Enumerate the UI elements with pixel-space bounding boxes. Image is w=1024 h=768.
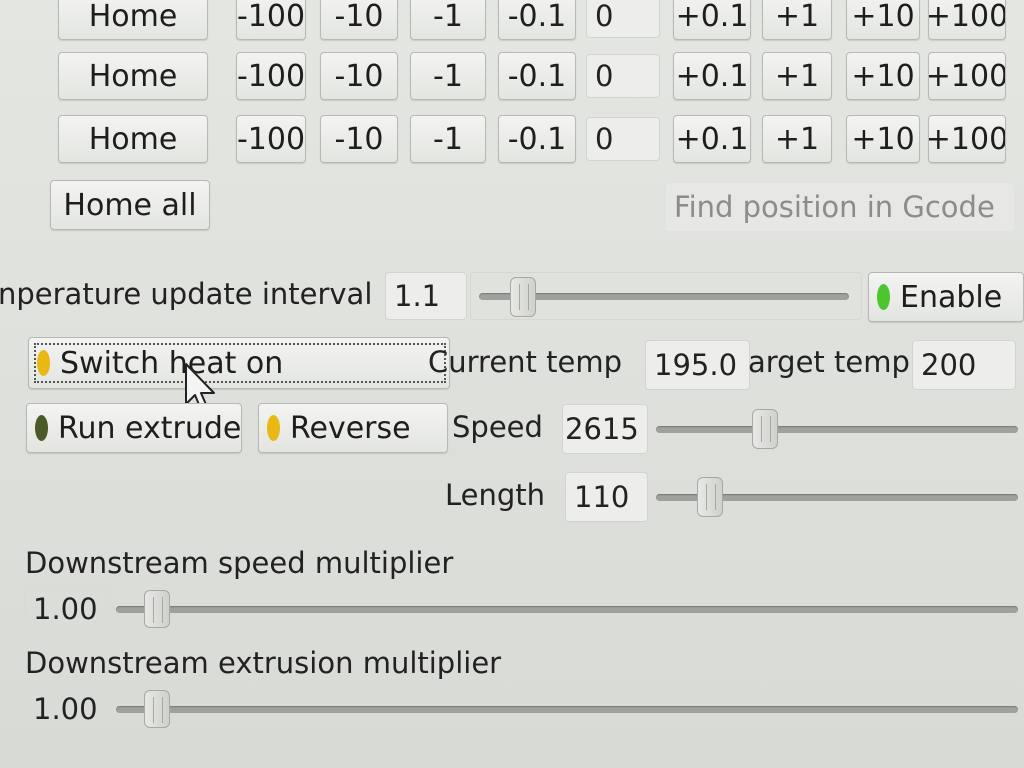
jog-minus-button[interactable]: -100 [236,52,306,100]
axis-position-field[interactable]: 0 [586,117,660,161]
temperature-interval-slider[interactable] [470,272,862,320]
status-led-icon [35,415,48,441]
downstream-extrusion-slider[interactable] [110,688,1024,730]
run-extrude-button[interactable]: Run extrude [26,403,242,453]
jog-minus-button[interactable]: -0.1 [498,115,576,163]
jog-minus-button[interactable]: -1 [410,115,486,163]
slider-thumb[interactable] [144,690,170,728]
enable-label: Enable [900,279,1003,315]
switch-heat-button[interactable]: Switch heat on [28,337,450,389]
axis-position-field[interactable]: 0 [586,0,660,38]
jog-minus-button[interactable]: -1 [410,0,486,40]
jog-plus-button[interactable]: +1 [762,52,832,100]
jog-plus-button[interactable]: +10 [846,115,920,163]
downstream-extrusion-label: Downstream extrusion multiplier [25,646,502,680]
downstream-extrusion-value[interactable]: 1.00 [24,688,110,730]
jog-plus-button[interactable]: +100 [928,0,1006,40]
home-all-button[interactable]: Home all [50,180,210,230]
jog-minus-button[interactable]: -10 [320,52,398,100]
slider-track [116,706,1018,713]
status-led-icon [877,284,890,310]
jog-minus-button[interactable]: -1 [410,52,486,100]
downstream-speed-slider[interactable] [110,588,1024,630]
jog-minus-button[interactable]: -10 [320,115,398,163]
run-extrude-label: Run extrude [58,410,242,446]
jog-minus-button[interactable]: -10 [320,0,398,40]
jog-plus-button[interactable]: +100 [928,115,1006,163]
home-axis-button[interactable]: Home [58,115,208,163]
jog-plus-button[interactable]: +100 [928,52,1006,100]
status-led-icon [267,415,280,441]
jog-minus-button[interactable]: -0.1 [498,52,576,100]
jog-plus-button[interactable]: +0.1 [673,0,751,40]
length-label: Length [445,478,546,512]
jog-minus-button[interactable]: -100 [236,115,306,163]
speed-value[interactable]: 2615 [562,404,648,454]
target-temp-label: arget temp [748,345,910,379]
current-temp-value: 195.0 [645,340,750,390]
home-axis-button[interactable]: Home [58,0,208,40]
jog-plus-button[interactable]: +1 [762,115,832,163]
reverse-label: Reverse [290,410,411,446]
slider-thumb[interactable] [751,409,778,449]
jog-plus-button[interactable]: +1 [762,0,832,40]
length-slider[interactable] [650,472,1024,522]
slider-thumb[interactable] [510,277,537,317]
downstream-speed-label: Downstream speed multiplier [25,546,454,580]
slider-track [656,426,1018,433]
find-position-field[interactable]: Find position in Gcode [665,182,1015,232]
enable-toggle[interactable]: Enable [868,272,1024,322]
temperature-interval-value[interactable]: 1.1 [385,272,467,320]
target-temp-field[interactable]: 200 [912,340,1016,390]
temperature-interval-label: nperature update interval [0,277,373,311]
speed-slider[interactable] [650,404,1024,454]
downstream-speed-value[interactable]: 1.00 [24,588,110,630]
jog-minus-button[interactable]: -100 [236,0,306,40]
jog-plus-button[interactable]: +10 [846,52,920,100]
current-temp-label: Current temp [428,345,623,379]
slider-thumb[interactable] [144,590,170,628]
jog-minus-button[interactable]: -0.1 [498,0,576,40]
home-axis-button[interactable]: Home [58,52,208,100]
jog-plus-button[interactable]: +0.1 [673,52,751,100]
jog-plus-button[interactable]: +10 [846,0,920,40]
status-led-icon [37,350,50,376]
jog-plus-button[interactable]: +0.1 [673,115,751,163]
slider-thumb[interactable] [697,477,724,517]
axis-position-field[interactable]: 0 [586,54,660,98]
slider-track [116,606,1018,613]
length-value[interactable]: 110 [565,472,648,522]
reverse-button[interactable]: Reverse [258,403,448,453]
switch-heat-label: Switch heat on [60,345,284,381]
speed-label: Speed [452,410,543,444]
